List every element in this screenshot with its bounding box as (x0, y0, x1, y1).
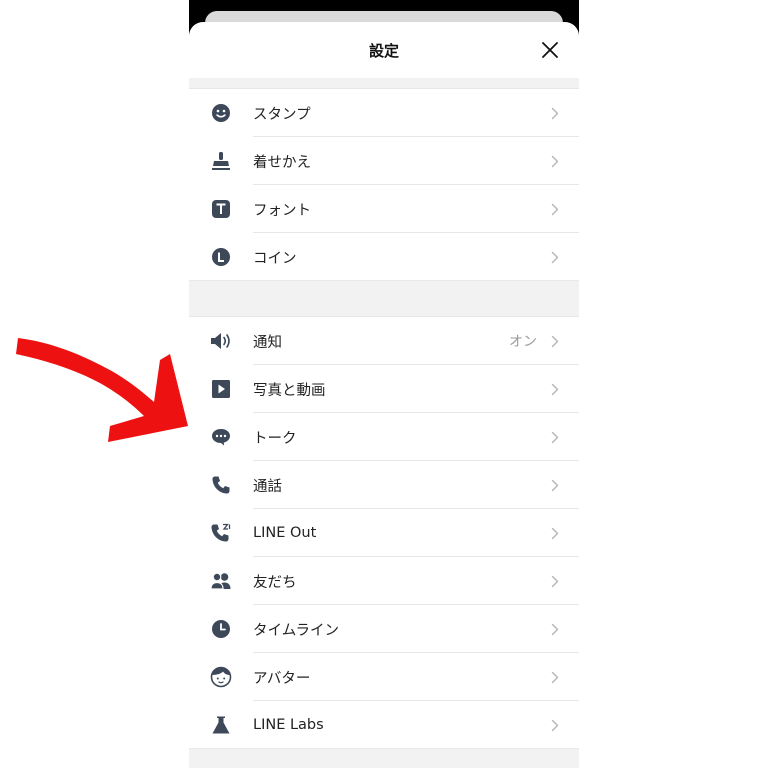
settings-sheet: 設定 スタンプ 着せかえ フォント コイン 通知 オン 写真と動画 トーク 通話… (189, 22, 579, 768)
settings-item-label: LINE Out (253, 525, 317, 541)
settings-item-theme[interactable]: 着せかえ (189, 137, 579, 185)
smiley-icon (212, 104, 230, 122)
chevron-right-icon (551, 107, 559, 119)
chevron-right-icon (551, 479, 559, 491)
settings-item-label: スタンプ (253, 106, 311, 123)
settings-item-line-labs[interactable]: LINE Labs (189, 701, 579, 749)
settings-item-stamp[interactable]: スタンプ (189, 89, 579, 137)
settings-item-label: アバター (253, 670, 311, 687)
settings-item-label: LINE Labs (253, 717, 324, 733)
settings-item-line-out[interactable]: LINE Out (189, 509, 579, 557)
settings-item-label: 着せかえ (253, 154, 311, 171)
section-separator (189, 749, 579, 768)
chat-bubble-icon (212, 429, 230, 446)
flask-icon (212, 716, 230, 734)
settings-item-label: 写真と動画 (253, 382, 326, 399)
annotation-arrow (16, 338, 188, 442)
settings-item-coin[interactable]: コイン (189, 233, 579, 281)
coin-icon (212, 248, 230, 266)
settings-item-label: コイン (253, 250, 297, 267)
section-separator (189, 281, 579, 317)
settings-item-chats[interactable]: トーク (189, 413, 579, 461)
settings-header: 設定 (189, 22, 579, 78)
settings-item-timeline[interactable]: タイムライン (189, 605, 579, 653)
play-icon (212, 380, 230, 398)
settings-item-notifications[interactable]: 通知 オン (189, 317, 579, 365)
phone-out-icon (211, 523, 231, 542)
font-icon (212, 200, 230, 218)
friends-icon (210, 572, 231, 590)
speaker-icon (211, 333, 230, 349)
chevron-right-icon (551, 623, 559, 635)
chevron-right-icon (551, 251, 559, 263)
settings-item-font[interactable]: フォント (189, 185, 579, 233)
phone-icon (212, 476, 230, 494)
settings-item-calls[interactable]: 通話 (189, 461, 579, 509)
chevron-right-icon (551, 671, 559, 683)
settings-item-label: トーク (253, 430, 297, 447)
settings-item-photos-videos[interactable]: 写真と動画 (189, 365, 579, 413)
notification-status: オン (509, 334, 537, 350)
avatar-face-icon (210, 666, 232, 688)
chevron-right-icon (551, 383, 559, 395)
close-icon (542, 42, 558, 58)
settings-item-label: 通知 (253, 334, 282, 351)
chevron-right-icon (551, 719, 559, 731)
chevron-right-icon (551, 203, 559, 215)
settings-item-label: 通話 (253, 478, 282, 495)
settings-item-label: フォント (253, 202, 311, 219)
chevron-right-icon (551, 431, 559, 443)
settings-item-avatar[interactable]: アバター (189, 653, 579, 701)
section-separator (189, 78, 579, 89)
close-button[interactable] (538, 38, 562, 62)
settings-item-label: タイムライン (253, 622, 339, 639)
chevron-right-icon (551, 335, 559, 347)
settings-item-friends[interactable]: 友だち (189, 557, 579, 605)
clock-icon (212, 620, 230, 638)
settings-item-label: 友だち (253, 574, 297, 591)
page-title: 設定 (368, 41, 399, 60)
stamp-icon (212, 152, 230, 170)
chevron-right-icon (551, 527, 559, 539)
phone-frame: 設定 スタンプ 着せかえ フォント コイン 通知 オン 写真と動画 トーク 通話… (189, 0, 579, 768)
chevron-right-icon (551, 575, 559, 587)
chevron-right-icon (551, 155, 559, 167)
